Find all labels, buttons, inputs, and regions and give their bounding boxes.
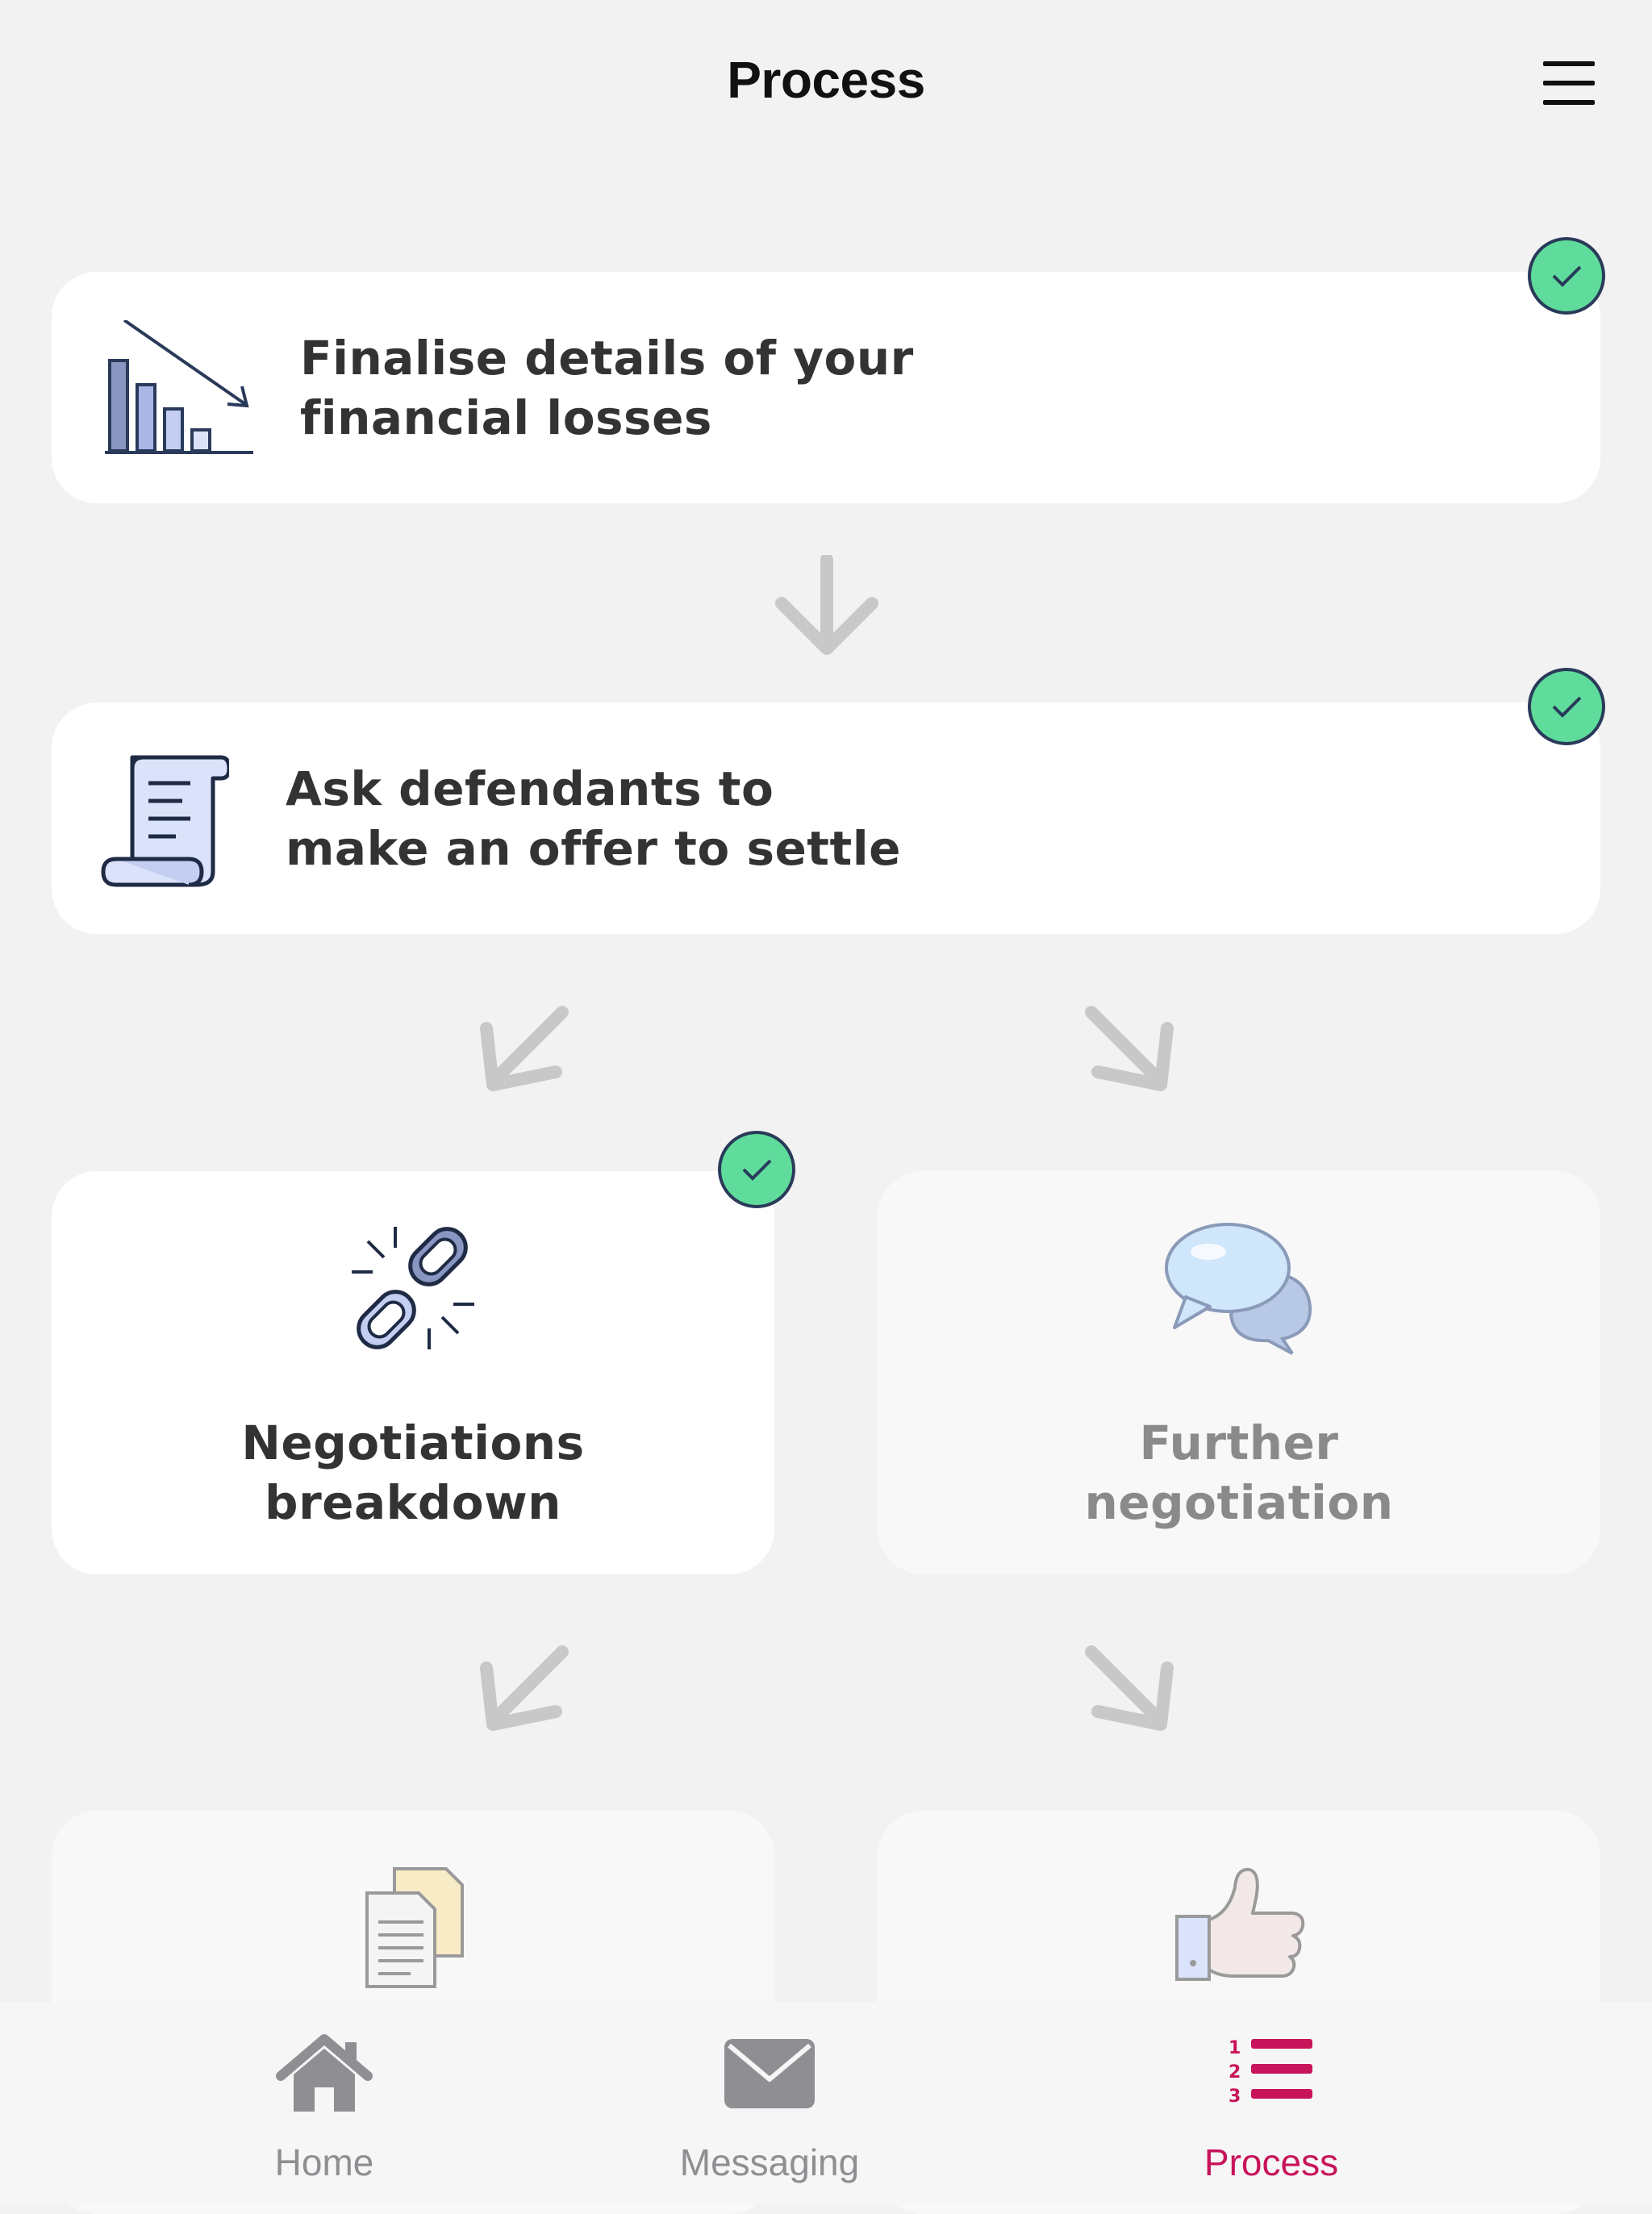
step-card-negotiations-breakdown[interactable]: Negotiations breakdown bbox=[52, 1171, 774, 1574]
home-icon bbox=[276, 2034, 373, 2112]
arrow-down-left-icon bbox=[480, 1006, 569, 1091]
completed-check-icon bbox=[718, 1131, 795, 1208]
tab-label: Home bbox=[274, 2141, 374, 2183]
tab-label: Messaging bbox=[679, 2141, 860, 2183]
page-title: Process bbox=[727, 51, 925, 109]
arrow-down-right-icon bbox=[1085, 1645, 1174, 1731]
speech-bubbles-icon bbox=[1165, 1223, 1312, 1355]
header-bar: Process bbox=[0, 0, 1652, 169]
completed-check-icon bbox=[1528, 668, 1605, 745]
broken-chain-icon bbox=[352, 1227, 474, 1349]
svg-text:3: 3 bbox=[1229, 2087, 1241, 2107]
step-label: Ask defendants to make an offer to settl… bbox=[286, 759, 901, 878]
bottom-tab-bar: Home Messaging 1 2 3 Process bbox=[0, 2002, 1652, 2204]
tab-home[interactable]: Home bbox=[165, 2002, 484, 2204]
step-label-line: breakdown bbox=[265, 1475, 561, 1530]
svg-text:1: 1 bbox=[1229, 2038, 1241, 2058]
numbered-list-icon: 1 2 3 bbox=[1229, 2038, 1312, 2107]
step-label-line: Further bbox=[1139, 1416, 1339, 1470]
arrow-down-icon bbox=[775, 555, 878, 655]
step-label-line: Negotiations bbox=[241, 1416, 585, 1470]
step-label-line: negotiation bbox=[1084, 1475, 1394, 1530]
step-label-line: Finalise details of your bbox=[300, 331, 914, 386]
documents-icon bbox=[365, 1867, 464, 1988]
step-card-offer-to-settle[interactable]: Ask defendants to make an offer to settl… bbox=[52, 703, 1600, 934]
step-label-line: make an offer to settle bbox=[286, 821, 901, 876]
step-label: Finalise details of your financial losse… bbox=[300, 328, 914, 448]
tab-process[interactable]: 1 2 3 Process bbox=[1112, 2002, 1431, 2204]
thumbs-up-icon bbox=[1175, 1867, 1305, 1981]
arrow-down-right-icon bbox=[1085, 1006, 1174, 1091]
declining-bar-chart-icon bbox=[105, 320, 253, 454]
step-card-financial-losses[interactable]: Finalise details of your financial losse… bbox=[52, 272, 1600, 503]
svg-text:2: 2 bbox=[1229, 2062, 1241, 2083]
step-label: Negotiations breakdown bbox=[52, 1413, 774, 1532]
arrow-down-left-icon bbox=[480, 1645, 569, 1731]
step-label: Further negotiation bbox=[878, 1413, 1600, 1532]
envelope-icon bbox=[724, 2039, 815, 2108]
completed-check-icon bbox=[1528, 237, 1605, 315]
scroll-document-icon bbox=[101, 755, 229, 887]
tab-messaging[interactable]: Messaging bbox=[610, 2002, 929, 2204]
step-card-further-negotiation[interactable]: Further negotiation bbox=[878, 1171, 1600, 1574]
step-label-line: Ask defendants to bbox=[286, 761, 774, 816]
tab-label: Process bbox=[1204, 2141, 1339, 2183]
hamburger-menu-icon[interactable] bbox=[1537, 56, 1601, 113]
step-label-line: financial losses bbox=[300, 390, 712, 445]
